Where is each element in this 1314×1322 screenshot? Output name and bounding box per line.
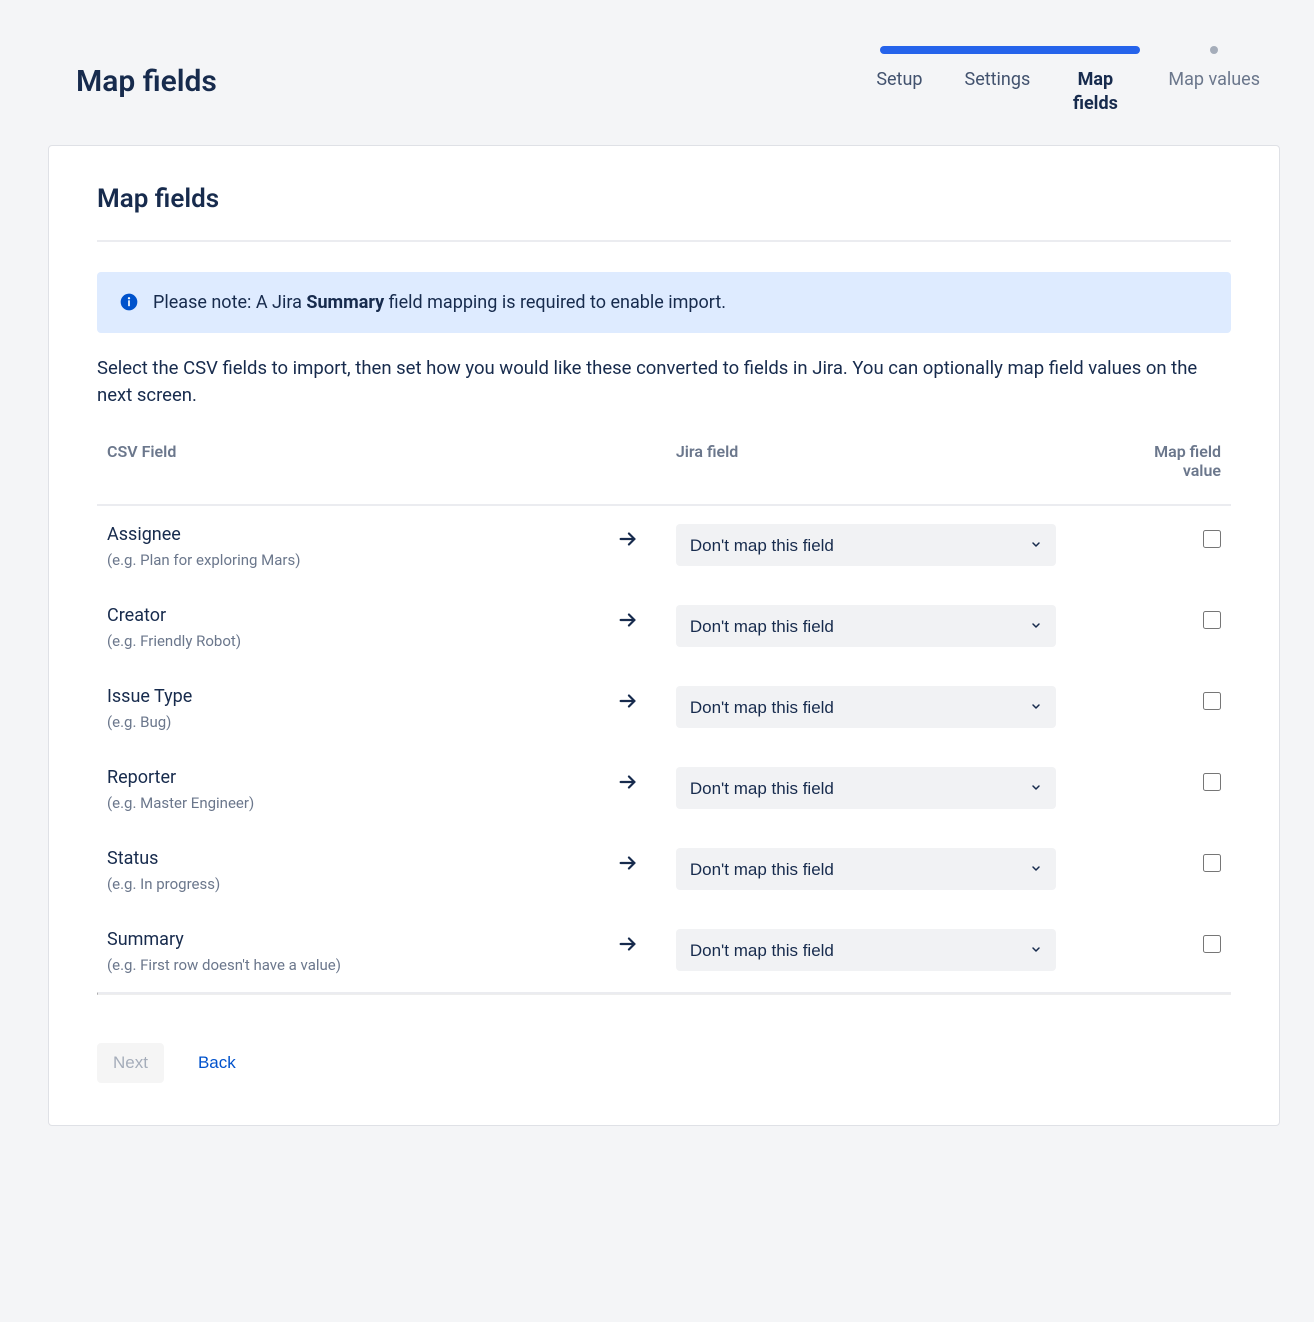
th-csv-field: CSV Field [97,432,607,505]
progress-steps: Setup Settings Map fields Map values [864,46,1260,117]
th-map-field-value: Map field value [1119,432,1231,505]
csv-field-name: Creator [107,605,597,626]
csv-field-example: (e.g. Plan for exploring Mars) [107,551,597,569]
table-row: Summary (e.g. First row doesn't have a v… [97,911,1231,992]
map-field-value-checkbox[interactable] [1203,935,1221,953]
intro-text: Select the CSV fields to import, then se… [97,355,1231,411]
divider [97,240,1231,242]
map-field-value-checkbox[interactable] [1203,854,1221,872]
info-icon [119,292,139,312]
csv-field-name: Reporter [107,767,597,788]
map-field-value-checkbox[interactable] [1203,773,1221,791]
map-field-value-checkbox[interactable] [1203,692,1221,710]
csv-field-example: (e.g. In progress) [107,875,597,893]
field-mapping-table: CSV Field Jira field Map field value Ass… [97,432,1231,992]
th-jira-field: Jira field [666,432,1120,505]
csv-field-example: (e.g. Master Engineer) [107,794,597,812]
map-fields-card: Map fields Please note: A Jira Summary f… [48,145,1280,1127]
csv-field-example: (e.g. First row doesn't have a value) [107,956,597,974]
step-map-values[interactable]: Map values [1168,46,1260,117]
jira-field-select[interactable]: Don't map this field [676,605,1056,647]
table-row: Issue Type (e.g. Bug) Don't map this fie… [97,668,1231,749]
arrow-right-icon [617,616,639,635]
arrow-right-icon [617,535,639,554]
table-row: Reporter (e.g. Master Engineer) Don't ma… [97,749,1231,830]
csv-field-name: Assignee [107,524,597,545]
info-text: Please note: A Jira Summary field mappin… [153,292,726,313]
csv-field-name: Issue Type [107,686,597,707]
jira-field-select[interactable]: Don't map this field [676,767,1056,809]
table-row: Status (e.g. In progress) Don't map this… [97,830,1231,911]
table-row: Creator (e.g. Friendly Robot) Don't map … [97,587,1231,668]
csv-field-name: Summary [107,929,597,950]
page-title: Map fields [76,64,217,99]
arrow-right-icon [617,697,639,716]
jira-field-select[interactable]: Don't map this field [676,524,1056,566]
jira-field-select[interactable]: Don't map this field [676,686,1056,728]
map-field-value-checkbox[interactable] [1203,611,1221,629]
map-field-value-checkbox[interactable] [1203,530,1221,548]
info-banner: Please note: A Jira Summary field mappin… [97,272,1231,333]
back-button[interactable]: Back [182,1043,252,1083]
divider [97,992,1231,995]
csv-field-example: (e.g. Bug) [107,713,597,731]
step-map-fields[interactable]: Map fields [880,46,1140,117]
jira-field-select[interactable]: Don't map this field [676,848,1056,890]
next-button[interactable]: Next [97,1043,164,1083]
csv-field-name: Status [107,848,597,869]
arrow-right-icon [617,940,639,959]
csv-field-example: (e.g. Friendly Robot) [107,632,597,650]
section-title: Map fields [97,184,1231,214]
jira-field-select[interactable]: Don't map this field [676,929,1056,971]
arrow-right-icon [617,859,639,878]
arrow-right-icon [617,778,639,797]
table-row: Assignee (e.g. Plan for exploring Mars) … [97,505,1231,587]
